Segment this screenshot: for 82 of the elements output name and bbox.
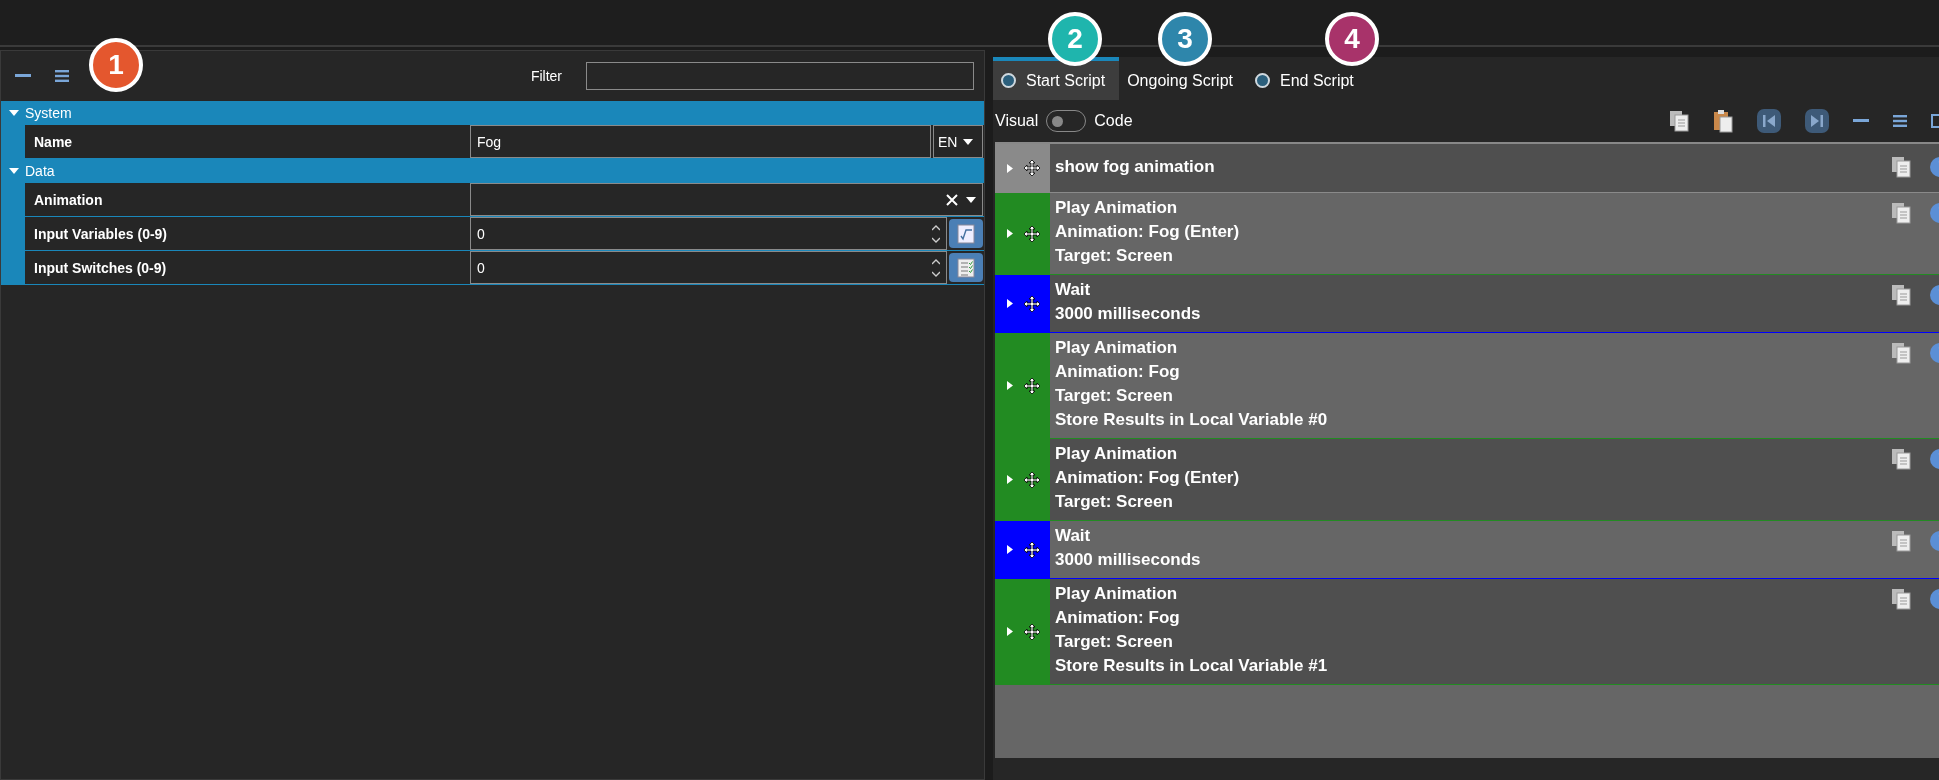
property-label: Input Switches (0-9) bbox=[33, 259, 168, 276]
filter-label: Filter bbox=[530, 68, 562, 84]
move-icon[interactable] bbox=[1023, 540, 1041, 559]
code-label: Code bbox=[1094, 112, 1133, 130]
command-text: Store Results in Local Variable #0 bbox=[1055, 409, 1329, 431]
command-row[interactable]: Play Animation Animation: Fog Target: Screen Store Results in Local Variable #1 bbox=[1050, 579, 1939, 684]
number-field[interactable]: 0 bbox=[470, 217, 947, 250]
command-color-strip[interactable] bbox=[995, 144, 1050, 192]
filter-field[interactable] bbox=[586, 62, 974, 90]
property-label: Animation bbox=[33, 191, 104, 208]
property-label: Name bbox=[33, 133, 74, 150]
move-icon[interactable] bbox=[1023, 622, 1041, 641]
command-text: Animation: Fog (Enter) bbox=[1055, 221, 1241, 243]
command-text: 3000 milliseconds bbox=[1055, 549, 1202, 571]
expand-arrow-icon[interactable] bbox=[1007, 229, 1013, 238]
command-text: Wait bbox=[1055, 279, 1092, 301]
command-text: Target: Screen bbox=[1055, 385, 1174, 407]
command-text: Target: Screen bbox=[1055, 245, 1174, 267]
caret-icon bbox=[963, 138, 974, 145]
command-row[interactable]: Play Animation Animation: Fog (Enter) Target: Screen bbox=[1050, 439, 1939, 520]
command-row[interactable]: show fog animation bbox=[1050, 144, 1939, 192]
section-header[interactable]: System bbox=[1, 101, 984, 125]
command-text: Play Animation bbox=[1055, 197, 1179, 219]
language-dropdown[interactable]: EN bbox=[933, 125, 983, 158]
expand-all-icon[interactable] bbox=[55, 70, 69, 82]
command-text: Play Animation bbox=[1055, 443, 1179, 465]
command-color-strip[interactable] bbox=[995, 439, 1050, 520]
spinner-icon[interactable] bbox=[932, 223, 940, 244]
command-text: Animation: Fog bbox=[1055, 607, 1181, 629]
collapse-all-icon[interactable] bbox=[1853, 119, 1869, 123]
command-color-strip[interactable] bbox=[995, 333, 1050, 438]
command-text: Target: Screen bbox=[1055, 491, 1174, 513]
command-text: Play Animation bbox=[1055, 337, 1179, 359]
copy-icon[interactable] bbox=[1891, 588, 1911, 610]
command-text: Wait bbox=[1055, 525, 1092, 547]
copy-icon[interactable] bbox=[1891, 284, 1911, 306]
command-color-strip[interactable] bbox=[995, 275, 1050, 332]
expand-arrow-icon[interactable] bbox=[1007, 627, 1013, 636]
formula-icon bbox=[957, 223, 975, 244]
command-text: Animation: Fog bbox=[1055, 361, 1181, 383]
visual-label: Visual bbox=[995, 112, 1039, 130]
command-color-strip[interactable] bbox=[995, 521, 1050, 578]
command-text: Store Results in Local Variable #1 bbox=[1055, 655, 1329, 677]
animation-dropdown[interactable] bbox=[470, 183, 983, 216]
expand-arrow-icon[interactable] bbox=[1007, 381, 1013, 390]
move-icon[interactable] bbox=[1023, 470, 1041, 489]
name-field[interactable]: Fog bbox=[470, 125, 931, 158]
command-color-strip[interactable] bbox=[995, 579, 1050, 684]
expand-all-icon[interactable] bbox=[1893, 115, 1907, 127]
command-row[interactable]: Wait 3000 milliseconds bbox=[1050, 275, 1939, 332]
caret-icon bbox=[9, 168, 19, 174]
skip-first-icon[interactable] bbox=[1757, 109, 1781, 133]
move-icon[interactable] bbox=[1023, 376, 1041, 395]
command-color-strip[interactable] bbox=[995, 193, 1050, 274]
checklist-icon bbox=[957, 257, 975, 278]
section-header[interactable]: Data bbox=[1, 159, 984, 183]
move-icon[interactable] bbox=[1023, 159, 1041, 177]
move-icon[interactable] bbox=[1023, 294, 1041, 313]
number-field[interactable]: 0 bbox=[470, 251, 947, 284]
script-tab[interactable]: Start Script bbox=[993, 57, 1120, 100]
caret-icon bbox=[9, 110, 19, 116]
copy-icon[interactable] bbox=[1891, 155, 1911, 178]
caret-icon bbox=[966, 196, 976, 203]
move-icon[interactable] bbox=[1023, 224, 1041, 243]
formula-button[interactable] bbox=[949, 219, 983, 248]
command-text: 3000 milliseconds bbox=[1055, 303, 1202, 325]
spinner-icon[interactable] bbox=[932, 257, 940, 278]
command-text: Play Animation bbox=[1055, 583, 1179, 605]
collapse-all-icon[interactable] bbox=[15, 74, 31, 78]
list-button[interactable] bbox=[949, 253, 983, 282]
clear-icon[interactable] bbox=[946, 193, 958, 206]
expand-arrow-icon[interactable] bbox=[1007, 299, 1013, 308]
copy-icon[interactable] bbox=[1669, 110, 1689, 132]
skip-last-icon[interactable] bbox=[1805, 109, 1829, 133]
command-text: Target: Screen bbox=[1055, 631, 1174, 653]
command-text: show fog animation bbox=[1055, 155, 1216, 178]
expand-arrow-icon[interactable] bbox=[1007, 545, 1013, 554]
property-label: Input Variables (0-9) bbox=[33, 225, 169, 242]
command-text: Animation: Fog (Enter) bbox=[1055, 467, 1241, 489]
copy-icon[interactable] bbox=[1891, 448, 1911, 470]
expand-arrow-icon[interactable] bbox=[1007, 475, 1013, 484]
paste-icon[interactable] bbox=[1713, 109, 1733, 133]
